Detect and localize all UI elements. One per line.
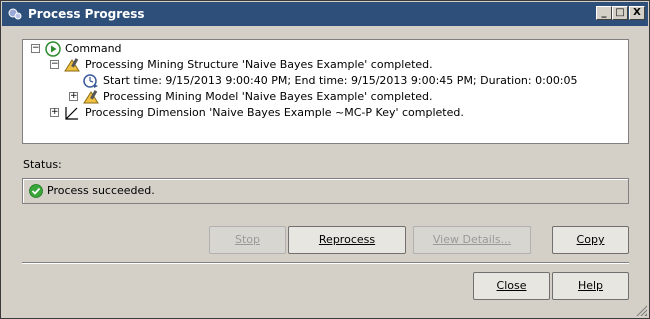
progress-tree[interactable]: − Command − Processing Mining Structure …	[22, 39, 629, 144]
copy-button[interactable]: Copy	[552, 226, 629, 254]
status-field: Process succeeded.	[22, 178, 629, 204]
maximize-button[interactable]: □	[612, 6, 628, 20]
reprocess-button[interactable]: Reprocess	[288, 226, 406, 254]
tree-row-dimension[interactable]: + Processing Dimension 'Naive Bayes Exam…	[23, 105, 623, 121]
minimize-button[interactable]: _	[596, 6, 612, 20]
check-circle-icon	[29, 184, 43, 198]
status-text: Process succeeded.	[47, 184, 155, 197]
dimension-icon	[65, 107, 78, 120]
tree-row-label: Processing Mining Model 'Naive Bayes Exa…	[103, 90, 433, 103]
title-bar[interactable]: Process Progress _ □ X	[2, 2, 648, 26]
status-label: Status:	[23, 158, 62, 171]
expand-expander[interactable]: +	[50, 108, 59, 117]
expand-expander[interactable]: +	[69, 92, 78, 101]
stop-button[interactable]: Stop	[209, 226, 286, 254]
window-title: Process Progress	[28, 7, 145, 21]
process-progress-window: Process Progress _ □ X − Command − Proce…	[0, 0, 650, 319]
tree-row-command[interactable]: − Command	[23, 41, 623, 57]
tree-row-timing[interactable]: Start time: 9/15/2013 9:00:40 PM; End ti…	[23, 73, 623, 89]
collapse-expander[interactable]: −	[50, 60, 59, 69]
help-button[interactable]: Help	[552, 272, 629, 300]
tree-row-label: Command	[65, 42, 122, 55]
clock-icon	[83, 74, 98, 88]
separator	[22, 262, 629, 264]
close-button[interactable]: Close	[473, 272, 550, 300]
tree-row-label: Processing Mining Structure 'Naive Bayes…	[85, 58, 433, 71]
resize-grip[interactable]	[635, 304, 647, 316]
tree-row-label: Start time: 9/15/2013 9:00:40 PM; End ti…	[103, 74, 578, 87]
tree-row-mining-model[interactable]: + Processing Mining Model 'Naive Bayes E…	[23, 89, 623, 105]
collapse-expander[interactable]: −	[31, 44, 40, 53]
app-gear-icon	[8, 8, 22, 20]
view-details-button[interactable]: View Details...	[413, 226, 531, 254]
mining-structure-icon	[64, 58, 80, 72]
tree-row-label: Processing Dimension 'Naive Bayes Exampl…	[85, 106, 464, 119]
play-icon	[45, 41, 61, 57]
tree-row-mining-structure[interactable]: − Processing Mining Structure 'Naive Bay…	[23, 57, 623, 73]
mining-model-icon	[83, 90, 99, 104]
close-window-button[interactable]: X	[629, 6, 645, 20]
